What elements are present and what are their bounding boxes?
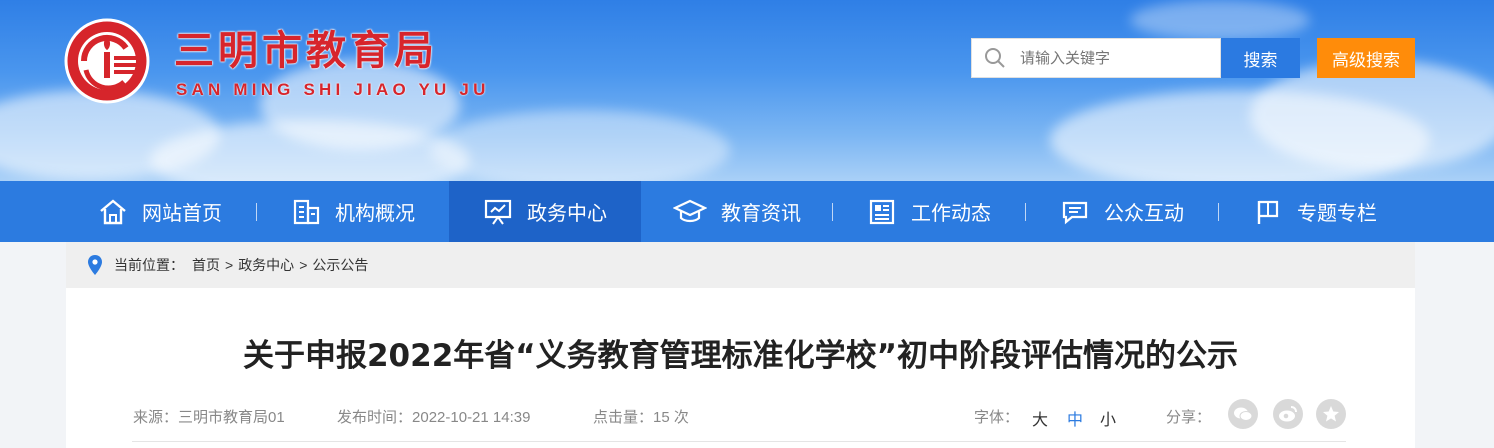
main-nav: 网站首页 机构概况 政务中心 教育资讯 工作动态 公众互动 专题专栏 xyxy=(0,181,1494,242)
time-value: 2022-10-21 14:39 xyxy=(412,409,531,426)
breadcrumb-government-affairs[interactable]: 政务中心 xyxy=(238,255,294,275)
cloud-decoration xyxy=(1130,0,1310,40)
favorite-star-icon[interactable] xyxy=(1316,399,1346,429)
nav-item-work-updates[interactable]: 工作动态 xyxy=(833,181,1025,242)
search-icon xyxy=(984,47,1006,69)
article-title: 关于申报2022年省“义务教育管理标准化学校”初中阶段评估情况的公示 xyxy=(242,338,1239,374)
nav-item-label: 教育资讯 xyxy=(721,203,801,225)
weibo-icon[interactable] xyxy=(1273,399,1303,429)
nav-item-government-affairs[interactable]: 政务中心 xyxy=(449,181,641,242)
education-bureau-logo xyxy=(64,18,150,104)
nav-item-home[interactable]: 网站首页 xyxy=(64,181,256,242)
content-panel: 当前位置： 首页 > 政务中心 > 公示公告 关于申报2022年省“义务教育管理… xyxy=(66,242,1415,448)
hits-label: 点击量： xyxy=(593,409,654,426)
nav-item-education-news[interactable]: 教育资讯 xyxy=(641,181,833,242)
breadcrumb-separator: > xyxy=(299,257,308,273)
nav-item-label: 机构概况 xyxy=(335,203,415,225)
search-button[interactable]: 搜索 xyxy=(1221,38,1300,78)
header-banner: 三明市教育局 SAN MING SHI JIAO YU JU 搜索 高级搜索 xyxy=(0,0,1494,181)
font-size-label: 字体： xyxy=(974,409,1020,426)
building-icon xyxy=(293,199,320,224)
font-size-small-button[interactable]: 小 xyxy=(1100,406,1116,430)
presentation-icon xyxy=(484,199,512,225)
font-size-medium-button[interactable]: 中 xyxy=(1067,406,1083,430)
wechat-icon[interactable] xyxy=(1228,399,1258,429)
meta-divider xyxy=(132,441,1346,442)
nav-item-label: 政务中心 xyxy=(527,203,607,225)
source-label: 来源： xyxy=(133,409,179,426)
breadcrumb-announcements[interactable]: 公示公告 xyxy=(312,255,368,275)
nav-item-label: 网站首页 xyxy=(142,203,222,225)
nav-item-public-interaction[interactable]: 公众互动 xyxy=(1026,181,1218,242)
chat-icon xyxy=(1062,201,1088,224)
site-subtitle: SAN MING SHI JIAO YU JU xyxy=(176,80,490,99)
cloud-decoration xyxy=(430,110,730,181)
home-icon xyxy=(100,198,126,224)
search-input[interactable] xyxy=(1020,49,1210,67)
article-hits: 点击量：15 次 xyxy=(593,406,689,427)
time-label: 发布时间： xyxy=(337,409,413,426)
font-size-large-button[interactable]: 大 xyxy=(1032,406,1048,430)
graduation-cap-icon xyxy=(673,199,707,222)
breadcrumb-home[interactable]: 首页 xyxy=(192,255,220,275)
nav-item-special-topics[interactable]: 专题专栏 xyxy=(1219,181,1411,242)
article-source: 来源：三明市教育局01 xyxy=(133,406,285,427)
newspaper-icon xyxy=(869,199,895,224)
location-pin-icon xyxy=(88,255,102,275)
nav-item-organization[interactable]: 机构概况 xyxy=(257,181,449,242)
search-box xyxy=(971,38,1221,78)
nav-item-label: 工作动态 xyxy=(911,203,991,225)
site-title: 三明市教育局 xyxy=(174,28,438,74)
nav-item-label: 公众互动 xyxy=(1104,203,1184,225)
hits-value: 15 次 xyxy=(653,409,689,426)
advanced-search-button[interactable]: 高级搜索 xyxy=(1317,38,1415,78)
site-logo[interactable] xyxy=(64,18,150,104)
breadcrumb: 当前位置： 首页 > 政务中心 > 公示公告 xyxy=(66,242,1415,288)
breadcrumb-separator: > xyxy=(225,257,234,273)
article-publish-time: 发布时间：2022-10-21 14:39 xyxy=(337,406,530,427)
share-label: 分享： xyxy=(1166,409,1212,426)
nav-item-label: 专题专栏 xyxy=(1297,203,1377,225)
source-value: 三明市教育局01 xyxy=(178,409,285,426)
breadcrumb-prefix: 当前位置： xyxy=(114,257,184,273)
flag-icon xyxy=(1257,200,1279,224)
